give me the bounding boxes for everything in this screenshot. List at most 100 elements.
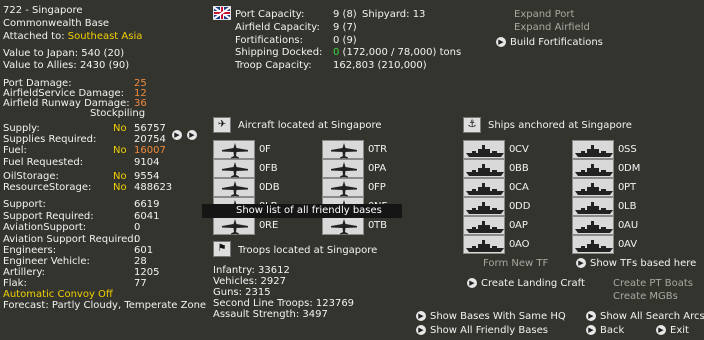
aircraft-type-label: FP [374,182,386,193]
assault-strength: Assault Strength: 3497 [213,309,328,320]
aircraft-type-label: DB [265,182,280,193]
ship-slot-button[interactable] [572,197,614,216]
create-landing-craft-button[interactable]: ▶ Create Landing Craft [467,278,585,289]
ship-type-label: AO [515,239,530,250]
aircraft-icon: ✈ [213,117,231,133]
fuel-stockpile-toggle[interactable]: No [113,145,127,156]
show-all-friendly-bases-label: Show All Friendly Bases [430,325,548,336]
fuel-value: 16007 [134,145,166,156]
ship-slot-button[interactable] [572,140,614,159]
oil-storage-value: 9554 [134,171,160,182]
ship-icon [575,164,613,176]
aircraft-slot-button[interactable] [213,159,255,178]
oil-stockpile-toggle[interactable]: No [113,171,127,182]
aircraft-slot-button[interactable] [213,140,255,159]
ship-icon [466,240,504,252]
aviation-support-value: 0 [134,222,141,233]
back-button[interactable]: ▶ Back [586,325,624,336]
show-all-search-arcs-label: Show All Search Arcs [600,311,704,322]
support-required-value: 6041 [134,211,160,222]
attached-hq-link[interactable]: Southeast Asia [68,31,143,42]
ship-slot-button[interactable] [572,235,614,254]
engineer-vehicle-label: Engineer Vehicle: [3,256,90,267]
back-label: Back [600,325,625,336]
troops-flag-icon: ⚑ [213,241,231,257]
aircraft-header: Aircraft located at Singapore [238,120,382,131]
british-flag-icon [213,6,231,20]
ship-icon [575,202,613,214]
arrow-right-icon: ▶ [187,130,197,140]
form-new-tf-button[interactable]: Form New TF [483,258,548,269]
ship-icon [575,145,613,157]
ship-slot-button[interactable] [463,235,505,254]
supply-stockpile-toggle[interactable]: No [113,123,127,134]
troop-capacity-value: 162,803 (210,000) [333,60,427,71]
plane-icon [222,219,248,235]
ship-icon [575,240,613,252]
support-value: 6619 [134,199,160,210]
supply-value: 56757 [134,123,166,134]
aviation-support-required-value: 0 [134,234,141,245]
ship-slot-button[interactable] [463,159,505,178]
ship-type-label: AU [624,220,639,231]
exit-label: Exit [670,325,689,336]
weather-forecast: Forecast: Partly Cloudy, Temperate Zone [3,300,207,311]
show-bases-same-hq-label: Show Bases With Same HQ [430,311,566,322]
ship-type-label: LB [624,201,637,212]
aircraft-slot-button[interactable] [213,178,255,197]
arrow-right-icon: ▶ [496,37,506,47]
build-fortifications-button[interactable]: ▶ Build Fortifications [496,37,603,48]
engineers-label: Engineers: [3,245,57,256]
plane-icon [331,181,357,197]
aircraft-slot-button[interactable] [322,159,364,178]
artillery-label: Artillery: [3,267,46,278]
ship-slot-button[interactable] [572,178,614,197]
fuel-requested-label: Fuel Requested: [3,157,84,168]
engineers-value: 601 [134,245,154,256]
arrow-right-icon: ▶ [467,278,477,288]
expand-airfield-button[interactable]: Expand Airfield [514,22,590,33]
arrow-right-icon: ▶ [172,130,182,140]
show-bases-same-hq-button[interactable]: ▶ Show Bases With Same HQ [416,311,566,322]
create-mgbs-button[interactable]: Create MGBs [613,291,678,302]
base-title: 722 - Singapore [3,5,83,16]
second-line-troops: Second Line Troops: 123769 [213,298,355,309]
aviation-support-required-label: Aviation Support Required: [3,234,137,245]
arrow-right-icon: ▶ [416,325,426,335]
automatic-convoy-toggle[interactable]: Automatic Convoy Off [3,289,113,300]
ship-slot-button[interactable] [572,159,614,178]
aircraft-slot-button[interactable] [322,140,364,159]
flak-value: 77 [134,278,147,289]
ship-icon [466,164,504,176]
aircraft-type-label: TB [374,220,387,231]
ship-slot-button[interactable] [463,140,505,159]
fortifications-label: Fortifications: [235,35,303,46]
support-label: Support: [3,199,46,210]
ship-icon [575,221,613,233]
aircraft-slot-button[interactable] [322,178,364,197]
ship-slot-button[interactable] [463,197,505,216]
troop-capacity-label: Troop Capacity: [235,60,312,71]
show-tfs-button[interactable]: ▶ Show TFs based here [576,258,696,269]
aircraft-slot-button[interactable] [322,216,364,235]
expand-port-button[interactable]: Expand Port [514,9,574,20]
resource-stockpile-toggle[interactable]: No [113,182,127,193]
exit-button[interactable]: ▶ Exit [656,325,689,336]
create-pt-boats-button[interactable]: Create PT Boats [613,278,693,289]
next-base-button[interactable]: ▶ [187,130,201,141]
show-all-search-arcs-button[interactable]: ▶ Show All Search Arcs [586,311,704,322]
aircraft-type-label: TR [374,144,388,155]
supply-label: Supply: [3,123,40,134]
ship-type-label: CV [515,144,529,155]
ship-slot-button[interactable] [463,216,505,235]
ship-icon [575,183,613,195]
prev-base-button[interactable]: ▶ [172,130,186,141]
ship-slot-button[interactable] [463,178,505,197]
show-all-friendly-bases-button[interactable]: ▶ Show All Friendly Bases [416,325,548,336]
ship-slot-button[interactable] [572,216,614,235]
aircraft-slot-button[interactable] [213,216,255,235]
anchor-icon: ⚓ [463,117,481,133]
troops-header: Troops located at Singapore [238,245,378,256]
ship-type-label: CA [515,182,529,193]
fuel-requested-value: 9104 [134,157,160,168]
